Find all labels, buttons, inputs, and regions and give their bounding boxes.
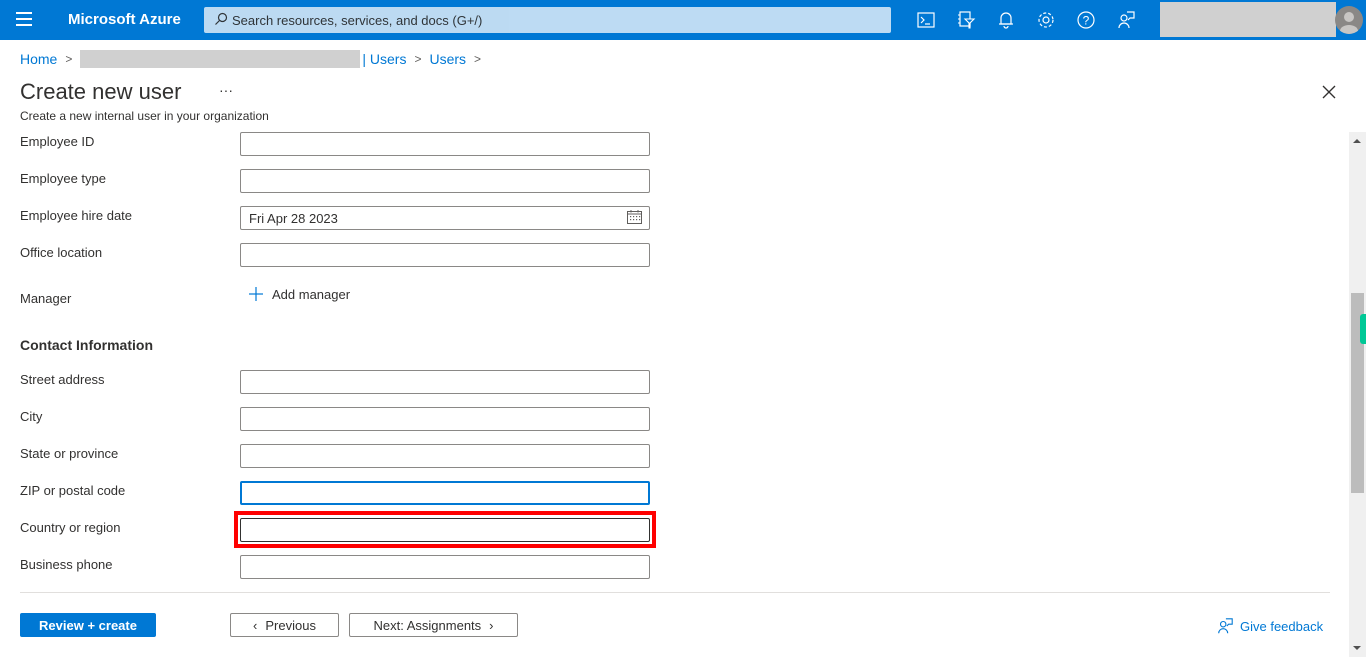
search-box[interactable] bbox=[204, 7, 891, 33]
next-assignments-button[interactable]: Next: Assignments › bbox=[349, 613, 518, 637]
page-subtitle: Create a new internal user in your organ… bbox=[20, 109, 269, 123]
previous-label: Previous bbox=[265, 617, 316, 633]
feedback-icon bbox=[1218, 618, 1233, 634]
notifications-icon[interactable] bbox=[996, 10, 1016, 30]
top-bar: Microsoft Azure ? bbox=[0, 0, 1366, 40]
review-create-button[interactable]: Review + create bbox=[20, 613, 156, 637]
breadcrumb-users[interactable]: Users bbox=[429, 51, 466, 67]
employee-id-label: Employee ID bbox=[20, 134, 95, 149]
feedback-icon[interactable] bbox=[1116, 10, 1136, 30]
city-label: City bbox=[20, 409, 43, 424]
svg-text:?: ? bbox=[1083, 14, 1090, 28]
zip-field[interactable] bbox=[240, 481, 650, 505]
employee-id-field[interactable] bbox=[240, 132, 650, 156]
zip-label: ZIP or postal code bbox=[20, 483, 126, 498]
business-phone-field[interactable] bbox=[240, 555, 650, 579]
previous-button[interactable]: ‹ Previous bbox=[230, 613, 339, 637]
scroll-up-arrow-icon[interactable] bbox=[1353, 139, 1361, 143]
cloud-shell-icon[interactable] bbox=[916, 10, 936, 30]
side-tab-handle[interactable] bbox=[1360, 314, 1366, 344]
menu-icon[interactable] bbox=[16, 12, 32, 28]
hire-date-field[interactable] bbox=[240, 206, 650, 230]
street-address-field[interactable] bbox=[240, 370, 650, 394]
chevron-right-icon: > bbox=[474, 52, 482, 66]
chevron-right-icon: > bbox=[65, 52, 73, 66]
employee-type-label: Employee type bbox=[20, 171, 106, 186]
account-name-redacted[interactable] bbox=[1160, 2, 1336, 37]
country-field[interactable] bbox=[240, 518, 650, 542]
next-label: Next: Assignments bbox=[373, 617, 482, 633]
help-icon[interactable]: ? bbox=[1076, 10, 1096, 30]
scroll-down-arrow-icon[interactable] bbox=[1353, 646, 1361, 650]
city-field[interactable] bbox=[240, 407, 650, 431]
state-field[interactable] bbox=[240, 444, 650, 468]
country-label: Country or region bbox=[20, 520, 121, 535]
add-manager-label: Add manager bbox=[272, 286, 351, 302]
calendar-icon[interactable] bbox=[627, 210, 642, 224]
hire-date-label: Employee hire date bbox=[20, 208, 133, 223]
directory-filter-icon[interactable] bbox=[956, 10, 976, 30]
business-phone-label: Business phone bbox=[20, 557, 113, 572]
avatar[interactable] bbox=[1335, 6, 1363, 34]
employee-type-field[interactable] bbox=[240, 169, 650, 193]
state-label: State or province bbox=[20, 446, 119, 461]
user-avatar-icon bbox=[1340, 12, 1358, 34]
close-icon[interactable] bbox=[1321, 84, 1337, 100]
contact-information-heading: Contact Information bbox=[20, 337, 153, 353]
chevron-right-icon: › bbox=[489, 617, 494, 633]
search-input[interactable] bbox=[232, 7, 882, 33]
chevron-right-icon: > bbox=[414, 52, 422, 66]
breadcrumb-users-parent[interactable]: | Users bbox=[362, 51, 406, 67]
give-feedback-label: Give feedback bbox=[1240, 618, 1324, 634]
office-location-field[interactable] bbox=[240, 243, 650, 267]
plus-icon bbox=[249, 287, 263, 301]
office-location-label: Office location bbox=[20, 245, 103, 260]
give-feedback-link[interactable]: Give feedback bbox=[1216, 617, 1323, 635]
brand-title[interactable]: Microsoft Azure bbox=[68, 11, 181, 28]
search-icon bbox=[215, 12, 228, 25]
settings-icon[interactable] bbox=[1036, 10, 1056, 30]
more-options-icon[interactable]: ··· bbox=[219, 82, 233, 98]
breadcrumb: Home > | Users > Users > bbox=[20, 50, 489, 68]
street-address-label: Street address bbox=[20, 372, 105, 387]
manager-label: Manager bbox=[20, 291, 72, 306]
breadcrumb-home[interactable]: Home bbox=[20, 51, 57, 67]
breadcrumb-tenant-redacted[interactable] bbox=[80, 50, 361, 68]
footer-divider bbox=[20, 592, 1330, 593]
chevron-left-icon: ‹ bbox=[253, 617, 258, 633]
add-manager-button[interactable]: Add manager bbox=[248, 286, 350, 302]
page-title: Create new user bbox=[20, 79, 182, 104]
